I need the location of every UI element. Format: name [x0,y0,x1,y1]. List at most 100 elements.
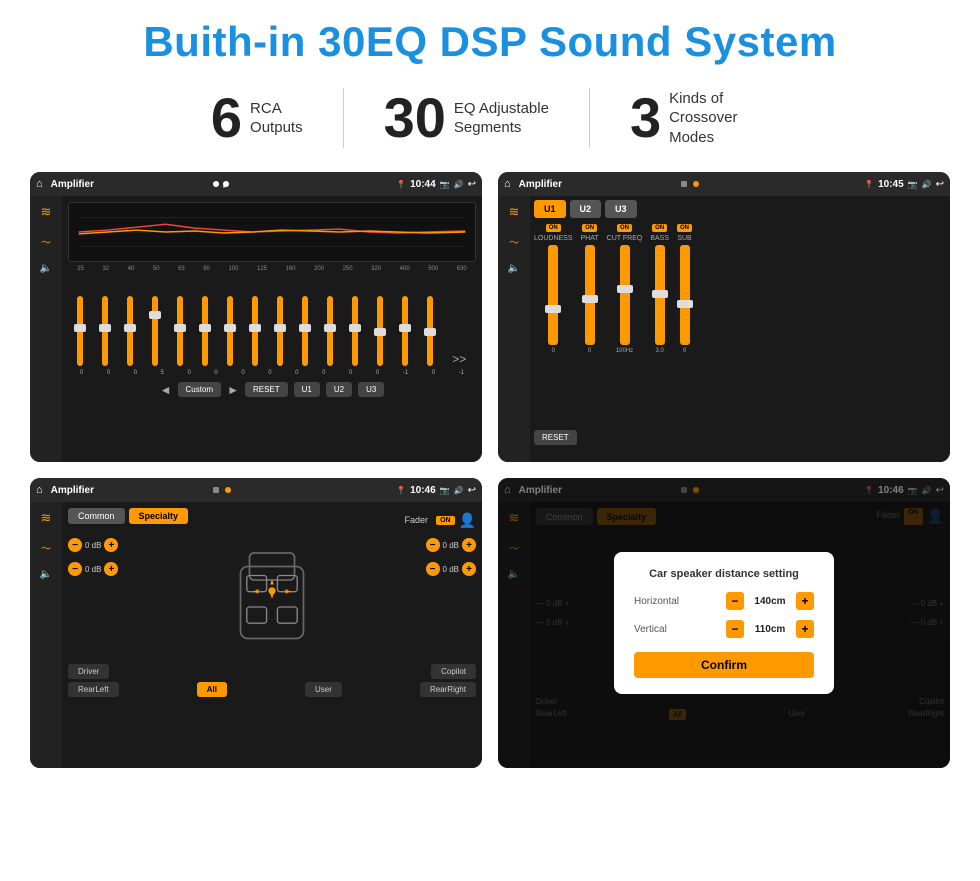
screen-eq: ⌂ Amplifier ▶ 📍 10:44 📷 🔊 ↩ ≋ 〜 🔈 [30,172,482,462]
sub-track[interactable] [680,245,690,345]
u1-btn-1[interactable]: U1 [294,382,320,397]
bottom-row-2: RearLeft All User RearRight [68,682,476,697]
cross-loudness: ON LOUDNESS 0 [534,224,573,354]
wave-icon-1[interactable]: 〜 [41,234,51,249]
sub-thumb[interactable] [677,300,693,308]
eq-svg [69,203,475,261]
fr-minus[interactable]: − [426,538,440,552]
home-icon-3[interactable]: ⌂ [36,484,43,496]
rr-minus[interactable]: − [426,562,440,576]
rearleft-btn[interactable]: RearLeft [68,682,119,697]
loudness-label: LOUDNESS [534,235,573,242]
camera-icon-3: 📷 [440,486,450,495]
sub-val: 0 [683,348,686,354]
screen-distance: ⌂ Amplifier 📍 10:46 📷 🔊 ↩ ≋ 〜 🔈 [498,478,950,768]
eq-icon-1[interactable]: ≋ [41,204,52,220]
driver-btn[interactable]: Driver [68,664,109,679]
all-btn[interactable]: All [197,682,227,697]
cross-buttons: U1 U2 U3 [534,200,946,218]
stat-text-rca: RCAOutputs [250,99,303,138]
back-icon-3[interactable]: ↩ [468,485,476,496]
fader-person-icon[interactable]: 👤 [459,512,476,529]
user-btn[interactable]: User [305,682,342,697]
eq-icon-3[interactable]: ≋ [41,510,52,526]
fl-plus[interactable]: + [104,538,118,552]
cutfreq-track[interactable] [620,245,630,345]
fr-value: 0 dB [443,541,459,550]
horizontal-label: Horizontal [634,596,694,607]
eq-controls: ◄ Custom ► RESET U1 U2 U3 [68,382,476,397]
app-name-3: Amplifier [51,485,208,496]
on-badge-cutfreq: ON [617,224,632,232]
eq-sliders: >> [68,276,476,366]
screen-content-3: ≋ 〜 🔈 Common Specialty Fader ON 👤 [30,502,482,768]
on-badge-bass: ON [652,224,667,232]
prev-arrow[interactable]: ◄ [160,383,172,397]
fr-plus[interactable]: + [462,538,476,552]
rl-value: 0 dB [85,565,101,574]
wave-icon-2[interactable]: 〜 [509,234,519,249]
u3-select[interactable]: U3 [605,200,637,218]
vertical-plus[interactable]: + [796,620,814,638]
wave-icon-3[interactable]: 〜 [41,540,51,555]
custom-btn[interactable]: Custom [178,382,222,397]
u3-btn-1[interactable]: U3 [358,382,384,397]
speaker-icon-3[interactable]: 🔈 [40,569,52,580]
back-icon-2[interactable]: ↩ [936,179,944,190]
home-icon-1[interactable]: ⌂ [36,178,43,190]
sub-label: SUB [677,235,691,242]
slider-thumb-0[interactable] [74,324,86,332]
bass-thumb[interactable] [652,290,668,298]
fl-value: 0 dB [85,541,101,550]
u2-select[interactable]: U2 [570,200,602,218]
screen-content-1: ≋ 〜 🔈 [30,196,482,462]
slider-track-0[interactable] [77,296,83,366]
speaker-icon-2[interactable]: 🔈 [508,263,520,274]
fl-minus[interactable]: − [68,538,82,552]
reset-btn-2[interactable]: RESET [534,430,577,445]
bass-track[interactable] [655,245,665,345]
on-badge-phat: ON [582,224,597,232]
status-dot-1 [213,181,219,187]
confirm-button[interactable]: Confirm [634,652,814,678]
speaker-grid: − 0 dB + − 0 dB + [68,538,476,658]
vertical-row: Vertical − 110cm + [634,620,814,638]
tab-common-3[interactable]: Common [68,508,125,524]
back-icon-1[interactable]: ↩ [468,179,476,190]
page-wrapper: Buith-in 30EQ DSP Sound System 6 RCAOutp… [0,0,980,778]
reset-btn-1[interactable]: RESET [245,382,288,397]
fader-on-badge: ON [436,516,455,525]
vertical-minus[interactable]: − [726,620,744,638]
eq-icon-2[interactable]: ≋ [509,204,520,220]
copilot-btn[interactable]: Copilot [431,664,476,679]
eq-freq-labels: 253240 506380 100125160 200250320 400500… [68,266,476,272]
loudness-track[interactable] [548,245,558,345]
horizontal-minus[interactable]: − [726,592,744,610]
eq-main: 253240 506380 100125160 200250320 400500… [62,196,482,462]
cutfreq-thumb[interactable] [617,285,633,293]
car-svg [227,538,317,658]
fader-tabs: Common Specialty [68,508,188,524]
next-arrow[interactable]: ► [227,383,239,397]
rl-plus[interactable]: + [104,562,118,576]
stat-text-eq: EQ AdjustableSegments [454,99,549,138]
tab-specialty-3[interactable]: Specialty [129,508,189,524]
speaker-icon-1[interactable]: 🔈 [40,263,52,274]
location-icon-3: 📍 [396,486,406,495]
rearright-btn[interactable]: RearRight [420,682,476,697]
left-sidebar-2: ≋ 〜 🔈 [498,196,530,462]
u1-select[interactable]: U1 [534,200,566,218]
volume-icon-3: 🔊 [454,486,464,495]
rl-minus[interactable]: − [68,562,82,576]
phat-thumb[interactable] [582,295,598,303]
rr-plus[interactable]: + [462,562,476,576]
loudness-thumb[interactable] [545,305,561,313]
fader-controls: Fader ON 👤 [405,512,476,529]
volume-icon-1: 🔊 [454,180,464,189]
on-badge-loudness: ON [546,224,561,232]
phat-track[interactable] [585,245,595,345]
home-icon-2[interactable]: ⌂ [504,178,511,190]
u2-btn-1[interactable]: U2 [326,382,352,397]
horizontal-plus[interactable]: + [796,592,814,610]
stat-number-eq: 30 [384,90,446,146]
